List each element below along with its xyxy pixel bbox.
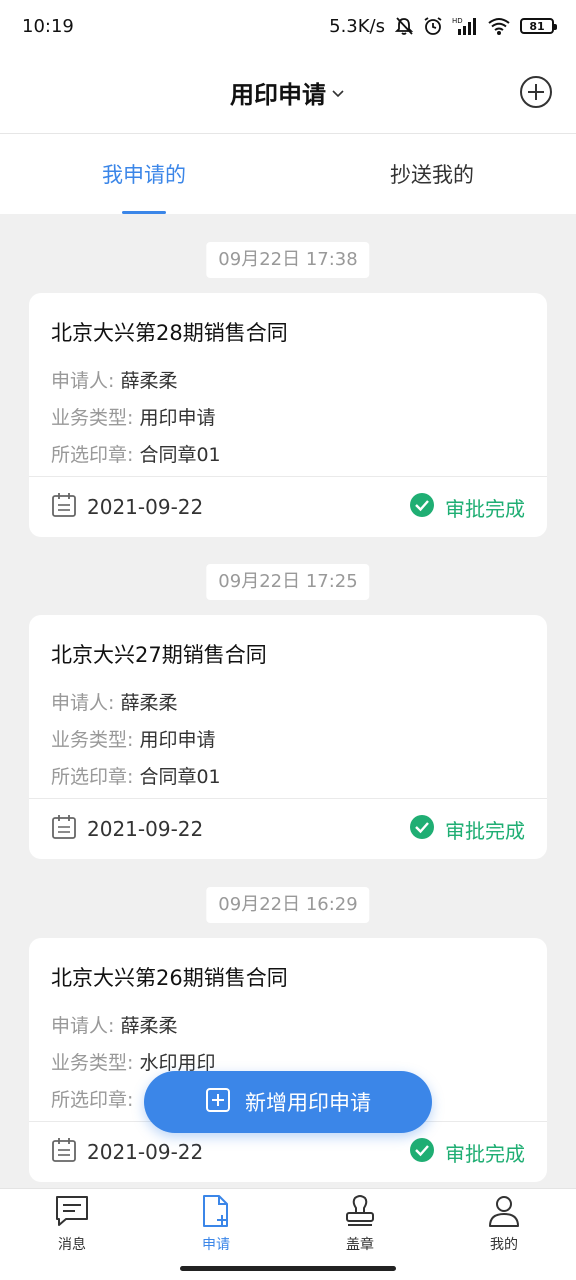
- field-label: 申请人:: [51, 1015, 115, 1037]
- status-text: 审批完成: [445, 496, 525, 521]
- nav-stamp[interactable]: 盖章: [288, 1189, 432, 1258]
- plus-circle-icon: [519, 75, 553, 113]
- app-screen: 10:19 5.3K/s HD 81 用印申请 我申请的 抄送我的 09月22日…: [0, 0, 576, 1280]
- field-label: 业务类型:: [51, 407, 134, 429]
- calendar-icon: [51, 492, 77, 523]
- status-text: 审批完成: [445, 818, 525, 843]
- application-card[interactable]: 北京大兴第26期销售合同 申请人: 薛柔柔 业务类型: 水印用印 所选印章: 2…: [29, 938, 547, 1182]
- tab-my-applications[interactable]: 我申请的: [0, 134, 288, 214]
- field-value: 合同章01: [139, 444, 221, 466]
- svg-text:HD: HD: [452, 17, 463, 25]
- status-badge: 审批完成: [409, 492, 525, 523]
- new-seal-application-button[interactable]: 新增用印申请: [144, 1071, 432, 1133]
- chevron-down-icon: [330, 85, 346, 101]
- group-datetime: 09月22日 16:29: [206, 887, 370, 923]
- tab-cc-to-me[interactable]: 抄送我的: [288, 134, 576, 214]
- tab-label: 我申请的: [102, 163, 186, 187]
- nav-label: 盖章: [346, 1236, 374, 1253]
- field-value: 薛柔柔: [120, 370, 178, 392]
- page-title-dropdown[interactable]: 用印申请: [230, 75, 346, 110]
- check-circle-icon: [409, 492, 435, 523]
- status-text: 审批完成: [445, 1141, 525, 1166]
- applicant-row: 申请人: 薛柔柔: [51, 1011, 177, 1038]
- seal-row: 所选印章: 合同章01: [51, 440, 221, 467]
- check-circle-icon: [409, 1137, 435, 1168]
- network-speed: 5.3K/s: [329, 15, 385, 37]
- user-icon: [487, 1194, 521, 1232]
- stamp-icon: [343, 1194, 377, 1232]
- tab-label: 抄送我的: [390, 163, 474, 187]
- seal-row: 所选印章: 合同章01: [51, 762, 221, 789]
- group-datetime: 09月22日 17:25: [206, 564, 370, 600]
- tab-bar: 我申请的 抄送我的: [0, 134, 576, 214]
- message-icon: [54, 1194, 90, 1232]
- mute-icon: [394, 16, 414, 36]
- card-date: 2021-09-22: [51, 814, 203, 845]
- nav-profile[interactable]: 我的: [432, 1189, 576, 1258]
- battery-icon: 81: [520, 18, 557, 34]
- nav-label: 我的: [490, 1236, 518, 1253]
- business-type-row: 业务类型: 用印申请: [51, 403, 215, 430]
- calendar-icon: [51, 1137, 77, 1168]
- status-icons: 5.3K/s HD 81: [329, 15, 557, 37]
- date-text: 2021-09-22: [87, 1140, 204, 1164]
- check-circle-icon: [409, 814, 435, 845]
- bottom-nav: 消息 申请 盖章 我的: [0, 1188, 576, 1258]
- document-add-icon: [199, 1194, 233, 1232]
- field-label: 业务类型:: [51, 729, 134, 751]
- card-title: 北京大兴第28期销售合同: [51, 321, 288, 345]
- status-bar: 10:19 5.3K/s HD 81: [0, 0, 576, 52]
- battery-level: 81: [529, 19, 545, 33]
- card-title: 北京大兴第26期销售合同: [51, 966, 288, 990]
- card-footer: 2021-09-22 审批完成: [29, 799, 547, 859]
- field-label: 申请人:: [51, 370, 115, 392]
- application-list[interactable]: 09月22日 17:38 北京大兴第28期销售合同 申请人: 薛柔柔 业务类型:…: [0, 214, 576, 1188]
- field-value: 薛柔柔: [120, 692, 178, 714]
- status-time: 10:19: [22, 15, 74, 37]
- plus-square-icon: [205, 1087, 231, 1118]
- application-card[interactable]: 北京大兴27期销售合同 申请人: 薛柔柔 业务类型: 用印申请 所选印章: 合同…: [29, 615, 547, 859]
- date-text: 2021-09-22: [87, 817, 204, 841]
- nav-label: 消息: [58, 1236, 86, 1253]
- field-value: 合同章01: [139, 766, 221, 788]
- nav-label: 申请: [202, 1236, 230, 1253]
- wifi-icon: [487, 16, 511, 36]
- field-label: 申请人:: [51, 692, 115, 714]
- applicant-row: 申请人: 薛柔柔: [51, 688, 177, 715]
- field-label: 业务类型:: [51, 1052, 134, 1074]
- card-date: 2021-09-22: [51, 492, 203, 523]
- field-value: 用印申请: [139, 729, 216, 751]
- status-badge: 审批完成: [409, 1137, 525, 1168]
- page-title: 用印申请: [230, 81, 326, 109]
- fab-label: 新增用印申请: [245, 1091, 371, 1115]
- card-footer: 2021-09-22 审批完成: [29, 477, 547, 537]
- card-title: 北京大兴27期销售合同: [51, 643, 267, 667]
- application-card[interactable]: 北京大兴第28期销售合同 申请人: 薛柔柔 业务类型: 用印申请 所选印章: 合…: [29, 293, 547, 537]
- calendar-icon: [51, 814, 77, 845]
- field-label: 所选印章:: [51, 1089, 134, 1111]
- applicant-row: 申请人: 薛柔柔: [51, 366, 177, 393]
- nav-messages[interactable]: 消息: [0, 1189, 144, 1258]
- field-value: 薛柔柔: [120, 1015, 178, 1037]
- group-datetime: 09月22日 17:38: [206, 242, 370, 278]
- seal-row: 所选印章:: [51, 1085, 133, 1112]
- nav-applications[interactable]: 申请: [144, 1189, 288, 1258]
- signal-icon: HD: [452, 16, 478, 36]
- date-text: 2021-09-22: [87, 495, 204, 519]
- card-date: 2021-09-22: [51, 1137, 203, 1168]
- home-indicator[interactable]: [180, 1266, 396, 1271]
- field-label: 所选印章:: [51, 444, 134, 466]
- field-value: 用印申请: [139, 407, 216, 429]
- add-button[interactable]: [516, 74, 556, 114]
- top-bar: 用印申请: [0, 52, 576, 134]
- business-type-row: 业务类型: 用印申请: [51, 725, 215, 752]
- field-label: 所选印章:: [51, 766, 134, 788]
- alarm-icon: [423, 16, 443, 36]
- status-badge: 审批完成: [409, 814, 525, 845]
